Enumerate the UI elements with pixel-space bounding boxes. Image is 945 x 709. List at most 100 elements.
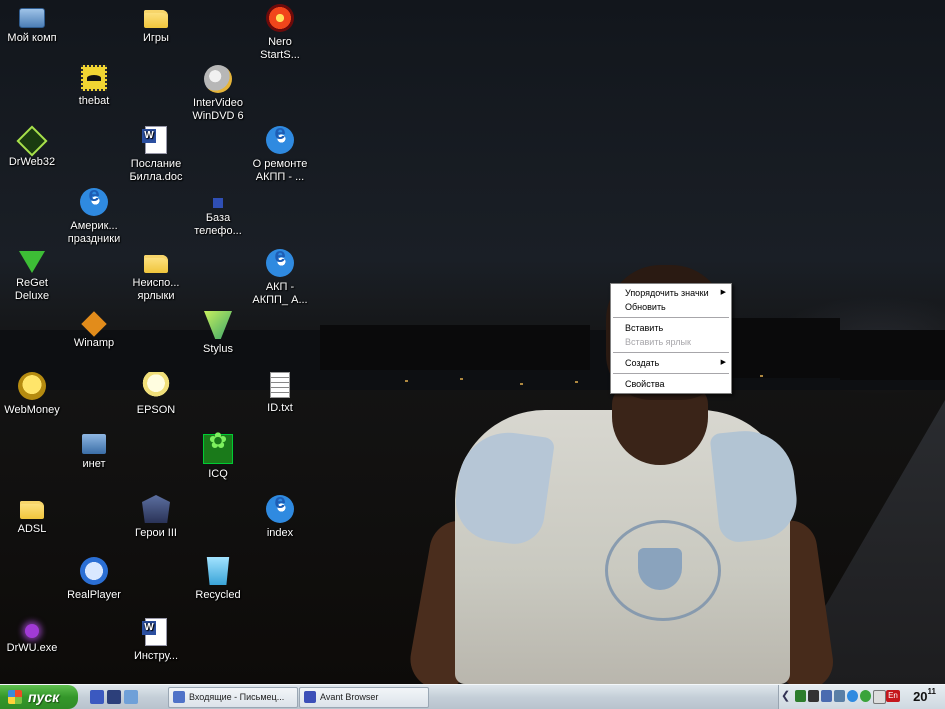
word-doc-icon — [142, 618, 167, 646]
desktop-icon-adsl[interactable]: ADSL — [0, 493, 72, 536]
desktop-icon-baza[interactable]: База телефо... — [178, 186, 258, 238]
icon-label: Америк... праздники — [67, 220, 121, 245]
desktop-icon-amerik[interactable]: Америк... праздники — [54, 186, 134, 246]
tray-display-icon[interactable] — [834, 690, 845, 702]
desktop-icon-icq[interactable]: ICQ — [178, 432, 258, 481]
tray-speed-icon[interactable] — [873, 690, 886, 704]
desktop[interactable]: Мой комп Игры Nero StartS... thebat Inte… — [0, 0, 945, 684]
start-button[interactable]: пуск — [0, 685, 78, 709]
desktop-icon-inet[interactable]: инет — [54, 432, 134, 471]
icon-label: Игры — [143, 32, 169, 44]
clock-hours: 20 — [913, 689, 928, 704]
icon-label: Stylus — [203, 343, 233, 355]
desktop-icon-drweb32[interactable]: DrWeb32 — [0, 124, 72, 169]
desktop-icon-winamp[interactable]: Winamp — [54, 309, 134, 350]
menu-item-label: Обновить — [625, 302, 666, 312]
menu-item-label: Вставить — [625, 323, 664, 333]
language-indicator[interactable]: En — [886, 690, 900, 702]
icon-label: RealPlayer — [67, 589, 121, 601]
desktop-icon-akp[interactable]: АКП - АКПП_ А... — [240, 247, 320, 307]
menu-item-label: Упорядочить значки — [625, 288, 709, 298]
city-light — [575, 381, 578, 383]
shirt-shield — [638, 548, 682, 590]
desktop-icon-thebat[interactable]: thebat — [54, 63, 134, 108]
tray-icq-icon[interactable] — [860, 690, 871, 702]
menu-item-properties[interactable]: Свойства — [611, 377, 731, 391]
winamp-icon — [81, 311, 107, 337]
word-doc-icon — [142, 126, 167, 154]
avant-browser-icon — [304, 691, 316, 703]
clock[interactable]: 2011 — [913, 687, 936, 704]
icon-label: Герои III — [135, 527, 177, 539]
mail-icon — [173, 691, 185, 703]
city-light — [520, 383, 523, 385]
desktop-icon-realplayer[interactable]: RealPlayer — [54, 555, 134, 602]
tray-app-icon[interactable] — [795, 690, 806, 702]
quick-launch-network-icon[interactable] — [124, 690, 138, 704]
icon-label: EPSON — [136, 404, 176, 416]
icon-label: Winamp — [73, 337, 115, 349]
webmoney-icon — [18, 372, 46, 400]
city-light — [405, 380, 408, 382]
computer-icon — [19, 8, 45, 28]
folder-icon — [20, 501, 44, 519]
desktop-icon-reget[interactable]: ReGet Deluxe — [0, 247, 72, 303]
menu-item-refresh[interactable]: Обновить — [611, 300, 731, 314]
menu-item-new[interactable]: Создать ▶ — [611, 356, 731, 370]
menu-item-paste[interactable]: Вставить — [611, 321, 731, 335]
database-icon — [213, 198, 223, 208]
icon-label: Nero StartS... — [260, 36, 300, 61]
network-icon — [82, 434, 106, 454]
icon-label: Recycled — [195, 589, 241, 601]
ie-document-icon — [80, 188, 108, 216]
clock-minutes: 11 — [927, 687, 936, 696]
menu-item-label: Вставить ярлык — [625, 337, 691, 347]
heroes-icon — [142, 495, 170, 523]
taskbar-button-inbox[interactable]: Входящие - Письмец... — [168, 687, 298, 708]
submenu-arrow-icon: ▶ — [720, 359, 726, 366]
bulb-icon — [142, 372, 170, 400]
icon-label: ReGet Deluxe — [14, 277, 50, 302]
desktop-icon-o-remonte[interactable]: О ремонте АКПП - ... — [240, 124, 320, 184]
building-silhouette — [320, 325, 590, 370]
city-light — [460, 378, 463, 380]
tray-bat-icon[interactable] — [808, 690, 819, 702]
desktop-icon-poslanie[interactable]: Послание Билла.doc — [116, 124, 196, 184]
drwu-icon — [25, 624, 39, 638]
desktop-icon-index[interactable]: index — [240, 493, 320, 540]
icon-label: База телефо... — [194, 212, 242, 237]
task-label: Входящие - Письмец... — [189, 692, 285, 702]
desktop-icon-id-txt[interactable]: ID.txt — [240, 370, 320, 415]
tray-help-icon[interactable] — [847, 690, 858, 702]
menu-separator — [613, 317, 729, 318]
desktop-icon-epson[interactable]: EPSON — [116, 370, 196, 417]
quick-launch-bat-icon[interactable] — [90, 690, 104, 704]
icon-label: index — [266, 527, 294, 539]
desktop-icon-stylus[interactable]: Stylus — [178, 309, 258, 356]
menu-separator — [613, 373, 729, 374]
menu-item-arrange-icons[interactable]: Упорядочить значки ▶ — [611, 286, 731, 300]
submenu-arrow-icon: ▶ — [720, 289, 726, 296]
desktop-icon-recycled[interactable]: Recycled — [178, 555, 258, 602]
desktop-icon-webmoney[interactable]: WebMoney — [0, 370, 72, 417]
building-silhouette — [730, 318, 840, 378]
desktop-icon-heroes[interactable]: Герои III — [116, 493, 196, 540]
desktop-icon-my-computer[interactable]: Мой комп — [0, 2, 72, 45]
system-tray: ❮ En 2011 — [778, 685, 945, 709]
icon-label: ID.txt — [267, 402, 293, 414]
ie-document-icon — [266, 249, 294, 277]
show-hidden-icons-icon[interactable]: ❮ — [781, 689, 790, 702]
desktop-icon-instru[interactable]: Инстру... — [116, 616, 196, 663]
quick-launch-save-icon[interactable] — [107, 690, 121, 704]
taskbar-button-avant-browser[interactable]: Avant Browser — [299, 687, 429, 708]
desktop-icon-windvd[interactable]: InterVideo WinDVD 6 — [178, 63, 258, 123]
city-light — [760, 375, 763, 377]
taskbar: пуск Входящие - Письмец... Avant Browser… — [0, 684, 945, 709]
ie-document-icon — [266, 126, 294, 154]
desktop-icon-unused-shortcuts[interactable]: Неиспо... ярлыки — [116, 247, 196, 303]
desktop-icon-drwu[interactable]: DrWU.exe — [0, 616, 72, 655]
drweb-icon — [16, 125, 48, 157]
desktop-icon-nero[interactable]: Nero StartS... — [240, 2, 320, 62]
tray-network-icon[interactable] — [821, 690, 832, 702]
desktop-icon-games[interactable]: Игры — [116, 2, 196, 45]
